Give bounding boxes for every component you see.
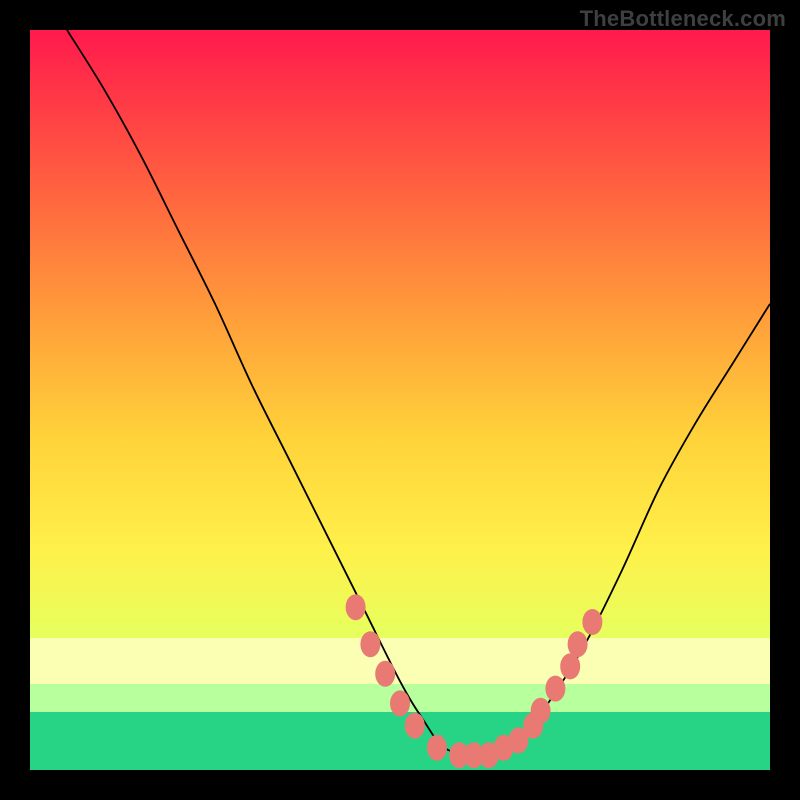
highlight-marker — [560, 653, 580, 679]
chart-svg — [30, 30, 770, 770]
highlight-marker — [531, 698, 551, 724]
chart-plot-area — [30, 30, 770, 770]
highlight-marker — [568, 631, 588, 657]
highlight-marker — [582, 609, 602, 635]
highlight-marker — [346, 594, 366, 620]
highlight-marker — [360, 631, 380, 657]
bottleneck-curve — [67, 30, 770, 757]
highlight-marker — [405, 713, 425, 739]
brand-watermark: TheBottleneck.com — [580, 6, 786, 32]
highlight-marker — [390, 690, 410, 716]
highlight-marker — [427, 735, 447, 761]
highlight-marker — [375, 661, 395, 687]
highlight-marker — [545, 676, 565, 702]
